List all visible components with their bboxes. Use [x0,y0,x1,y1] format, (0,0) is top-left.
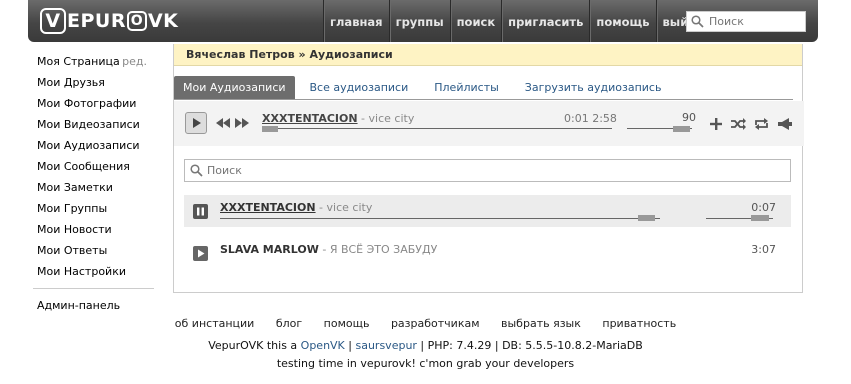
logo-v: V [40,8,66,34]
footer-link-developers[interactable]: разработчикам [391,317,480,330]
play-button[interactable] [185,112,207,134]
track-progress-handle[interactable] [638,215,655,221]
sidebar-item-messages[interactable]: Мои Сообщения [37,159,150,180]
sidebar-item-audio[interactable]: Мои Аудиозаписи [37,138,150,159]
track-progress-track[interactable] [220,218,660,219]
audio-tabs: Мои Аудиозаписи Все аудиозаписи Плейлист… [174,76,793,100]
track-song: vice city [326,201,373,214]
nav-home[interactable]: главная [323,0,389,42]
tab-all-audio[interactable]: Все аудиозаписи [301,76,418,99]
header-search[interactable] [686,11,806,32]
track-duration: 3:07 [751,243,776,256]
pause-icon[interactable] [193,204,208,219]
title-dash: - [315,201,327,214]
footer-separator: | [344,339,356,352]
top-nav: главная группы поиск пригласить помощь в… [323,0,709,42]
audio-player: XXXTENTACION - vice city 0:01 2:58 90 [174,101,804,146]
track-duration: 0:07 [751,201,776,214]
shuffle-icon[interactable] [731,118,746,133]
openvk-link[interactable]: OpenVK [301,339,345,352]
footer-links: об инстанции блог помощь разработчикам в… [0,317,851,330]
breadcrumb-separator: » [298,48,306,61]
player-time: 0:01 2:58 [564,112,617,125]
sidebar-item-friends[interactable]: Мои Друзья [37,75,150,96]
progress-track[interactable] [262,128,612,129]
footer-version-info: | PHP: 7.4.29 | DB: 5.5.5-10.8.2-MariaDB [416,339,643,352]
main-content: Вячеслав Петров » Аудиозаписи Мои Аудиоз… [173,44,804,293]
top-header: V EPUR O VK главная группы поиск пригласить… [28,0,818,42]
track-title: XXXTENTACION - vice city [220,201,372,214]
track-row[interactable]: SLAVA MARLOW - Я ВСЁ ЭТО ЗАБУДУ 3:07 [184,237,791,269]
play-icon[interactable] [193,246,208,261]
tab-my-audio[interactable]: Мои Аудиозаписи [174,76,295,99]
now-playing-artist[interactable]: XXXTENTACION [262,112,358,125]
now-playing-song: vice city [368,112,415,125]
title-dash: - [318,243,330,256]
sidebar-item-admin[interactable]: Админ-панель [37,298,150,319]
track-row[interactable]: XXXTENTACION - vice city 0:07 [184,195,791,227]
progress-handle[interactable] [262,126,278,132]
audio-list: XXXTENTACION - vice city 0:07 SLAVA MARL… [184,159,791,261]
search-icon [190,163,204,178]
tab-upload-audio[interactable]: Загрузить аудиозапись [516,76,671,99]
sidebar-item-videos[interactable]: Мои Видеозаписи [37,117,150,138]
now-playing-title: XXXTENTACION - vice city [262,112,414,125]
edit-link[interactable]: ред. [122,54,150,75]
sidebar-item-photos[interactable]: Мои Фотографии [37,96,150,117]
sidebar-item-label[interactable]: Моя Страница [37,54,120,75]
sidebar-item-notes[interactable]: Мои Заметки [37,180,150,201]
footer-link-privacy[interactable]: приватность [602,317,676,330]
track-title: SLAVA MARLOW - Я ВСЁ ЭТО ЗАБУДУ [220,243,437,256]
track-song: Я ВСЁ ЭТО ЗАБУДУ [329,243,438,256]
sidebar-item-groups[interactable]: Мои Группы [37,201,150,222]
footer-link-blog[interactable]: блог [276,317,302,330]
breadcrumb: Вячеслав Петров » Аудиозаписи [174,44,802,66]
track-artist[interactable]: SLAVA MARLOW [220,243,319,256]
logo-o: O [126,11,147,31]
sidebar-item-replies[interactable]: Мои Ответы [37,243,150,264]
tab-playlists[interactable]: Плейлисты [425,76,508,99]
sidebar-item-my-page[interactable]: Моя Страница ред. [37,54,150,75]
footer-link-language[interactable]: выбрать язык [501,317,581,330]
footer-version: VepurOVK this a OpenVK | saursvepur | PH… [0,339,851,352]
track-artist[interactable]: XXXTENTACION [220,201,316,214]
nav-invite[interactable]: пригласить [501,0,589,42]
nav-search[interactable]: поиск [449,0,502,42]
footer-message: testing time in vepurovk! c'mon grab you… [276,357,575,370]
breadcrumb-user[interactable]: Вячеслав Петров [186,48,295,61]
footer-version-prefix: VepurOVK this a [208,339,301,352]
add-icon[interactable] [710,118,722,133]
breadcrumb-section: Аудиозаписи [309,48,393,61]
repeat-icon[interactable] [754,118,769,133]
time-current: 0:01 [564,112,589,125]
logo-epur: EPUR [67,10,126,32]
time-total: 2:58 [592,112,617,125]
nav-help[interactable]: помощь [589,0,655,42]
footer-link-about[interactable]: об инстанции [175,317,255,330]
header-search-input[interactable] [709,15,804,28]
sidebar-item-news[interactable]: Мои Новости [37,222,150,243]
audio-search-input[interactable] [207,164,767,177]
volume-handle[interactable] [673,126,690,132]
sidebar-divider [33,288,154,289]
broadcast-icon[interactable] [778,118,792,133]
search-icon [691,14,705,29]
previous-track-icon[interactable] [216,118,230,131]
title-dash: - [357,112,369,125]
track-volume-handle[interactable] [751,215,769,221]
volume-value: 90 [682,111,696,124]
logo[interactable]: V EPUR O VK [40,7,178,35]
audio-search[interactable] [184,159,791,182]
sidebar: Моя Страница ред. Мои Друзья Мои Фотогра… [33,54,154,319]
logo-vk: VK [147,10,179,32]
footer-link-help[interactable]: помощь [324,317,370,330]
nav-groups[interactable]: группы [388,0,450,42]
next-track-icon[interactable] [235,118,249,131]
sidebar-item-settings[interactable]: Мои Настройки [37,264,150,285]
saursvepur-link[interactable]: saursvepur [355,339,416,352]
